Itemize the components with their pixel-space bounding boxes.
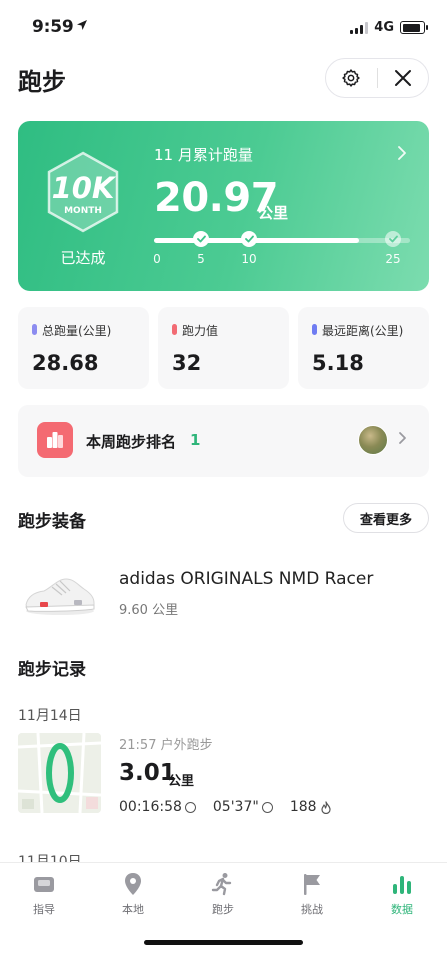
status-bar: 9:59 4G [0,0,447,54]
flag-icon [299,871,325,897]
stat-indicator [172,324,177,335]
record-distance-unit: 公里 [168,774,195,789]
stat-indicator [312,324,317,335]
tab-run[interactable]: 跑步 [193,871,253,917]
tab-label: 数据 [391,903,413,916]
home-indicator [144,940,303,945]
stat-indicator [32,324,37,335]
progress-tick-label: 25 [385,252,401,266]
tab-label: 挑战 [301,903,323,916]
badge-main-text: 10K [52,171,117,205]
ranking-icon [37,422,73,458]
milestone-check-icon [241,231,257,247]
page-title: 跑步 [18,68,66,96]
shoe-name[interactable]: adidas ORIGINALS NMD Racer [119,569,373,589]
record-stats: 00:16:58 05'37" 188 [119,799,349,815]
ranking-label: 本周跑步排名 [86,433,177,451]
close-icon [394,70,411,86]
progress-tick-label: 0 [153,252,161,266]
badge-sub-text: MONTH [64,206,102,216]
tab-label: 跑步 [212,903,234,916]
weekly-ranking-row[interactable]: 本周跑步排名 1 [18,405,429,477]
chevron-right-icon [398,430,407,450]
tab-guide[interactable]: 指导 [14,871,74,917]
location-icon [120,871,146,897]
records-section-title: 跑步记录 [18,660,86,680]
achieved-label: 已达成 [60,249,106,267]
avatar [358,425,388,455]
stat-value: 28.68 [32,351,99,375]
tab-challenge[interactable]: 挑战 [282,871,342,917]
record-pace: 05'37" [212,799,259,815]
record-duration-item: 00:16:58 [119,799,196,815]
gear-section-title: 跑步装备 [18,512,86,532]
record-duration: 00:16:58 [119,799,182,815]
monthly-summary-card[interactable]: 10K MONTH 已达成 11 月累计跑量 20.97 公里 0 5 10 2… [18,121,429,291]
stat-value: 32 [172,351,202,375]
record-cadence: 188 [289,799,317,815]
tab-local[interactable]: 本地 [103,871,163,917]
status-indicators: 4G [350,20,428,35]
pace-icon [261,801,273,813]
progress-tick-label: 5 [197,252,205,266]
network-type: 4G [374,20,394,35]
milestone-check-icon [385,231,401,247]
record-pace-item: 05'37" [213,799,273,815]
stat-card-longest-distance[interactable]: 最远距离(公里) 5.18 [298,307,429,389]
record-meta: 21:57 户外跑步 [119,738,213,753]
month-label: 11 月累计跑量 [154,146,253,164]
shoe-distance: 9.60 公里 [119,603,179,618]
stat-label: 最远距离(公里) [322,324,404,338]
settings-button[interactable] [326,59,377,97]
guide-icon [31,871,57,897]
clock-icon [184,801,196,813]
shoe-image[interactable] [22,565,98,619]
tab-data[interactable]: 数据 [372,871,432,917]
record-cadence-item: 188 [290,799,332,815]
route-map-thumbnail[interactable] [18,733,101,813]
close-button[interactable] [378,59,429,97]
view-more-button[interactable]: 查看更多 [343,503,429,533]
stat-label: 总跑量(公里) [42,324,112,338]
tab-label: 指导 [33,903,55,916]
battery-icon [400,21,428,34]
chart-icon [389,871,415,897]
runner-icon [210,871,236,897]
monthly-distance-unit: 公里 [258,204,289,222]
record-date: 11月14日 [18,708,82,724]
ranking-value: 1 [190,431,201,449]
chevron-right-icon[interactable] [397,145,407,164]
signal-icon [350,21,369,34]
flame-icon [320,800,331,814]
location-arrow-icon [76,19,88,34]
stat-label: 跑力值 [182,324,219,338]
tab-label: 本地 [122,903,144,916]
stat-card-total-distance[interactable]: 总跑量(公里) 28.68 [18,307,149,389]
10k-badge-icon: 10K MONTH [47,151,119,233]
stat-value: 5.18 [312,351,364,375]
milestone-check-icon [193,231,209,247]
header-actions [325,58,429,98]
progress-tick-label: 10 [241,252,257,266]
stat-card-running-power[interactable]: 跑力值 32 [158,307,289,389]
gear-icon [342,69,360,87]
status-time: 9:59 [32,17,74,37]
